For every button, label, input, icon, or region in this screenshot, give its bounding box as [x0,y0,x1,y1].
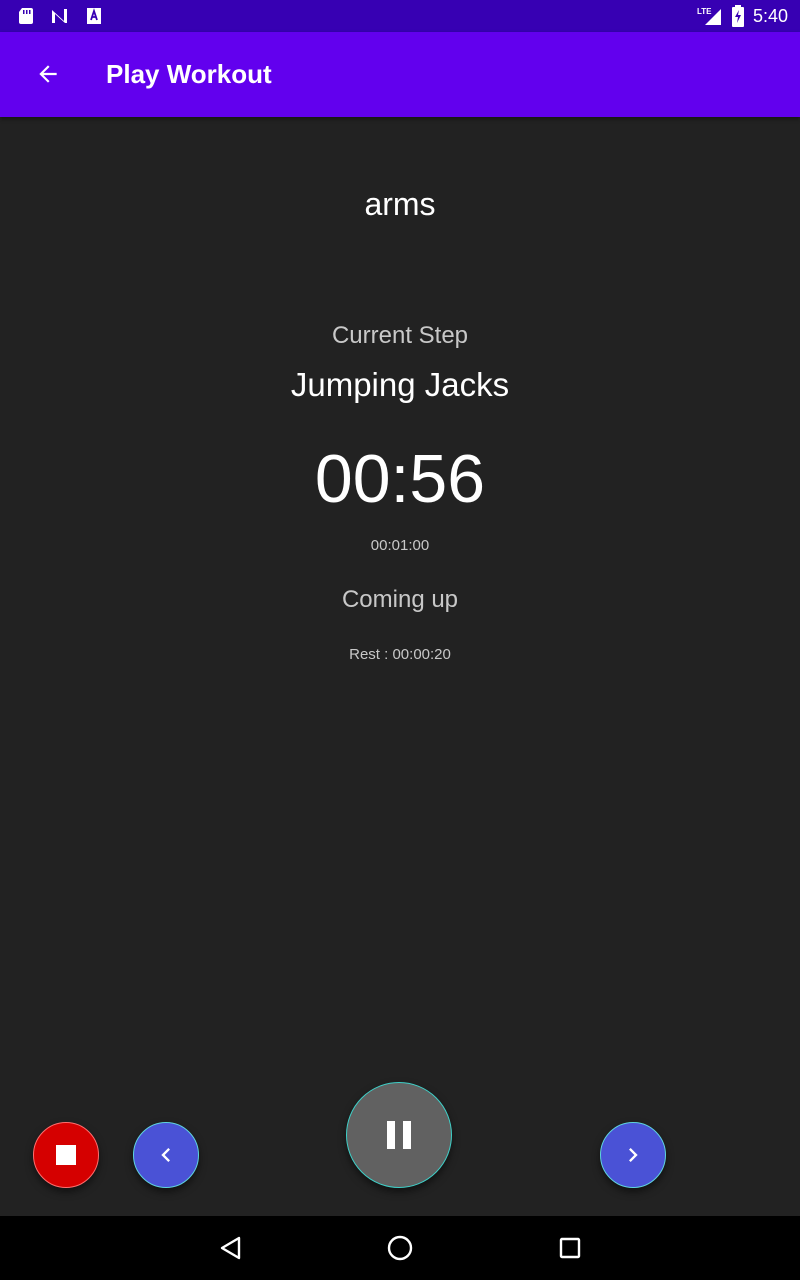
pause-button[interactable] [346,1082,452,1188]
screen: LTE 5:40 Play Workout arms Current Step … [0,0,800,1280]
status-bar: LTE 5:40 [0,0,800,32]
countdown-timer: 00:56 [314,441,486,517]
back-triangle-icon [220,1236,241,1260]
pause-icon [387,1121,411,1149]
step-duration: 00:01:00 [370,537,430,554]
recents-square-icon [559,1237,581,1259]
stop-button[interactable] [33,1122,99,1188]
previous-step-button[interactable] [133,1122,199,1188]
sd-card-icon [19,8,33,24]
arrow-back-icon [39,65,57,83]
app-bar: Play Workout [0,32,800,117]
next-step: Rest : 00:00:20 [349,646,451,663]
coming-up-label: Coming up [341,586,459,613]
status-notification-icons [16,6,104,26]
status-time: 5:40 [752,5,788,26]
battery-charging-icon [731,5,744,27]
n-logo-icon [52,9,67,23]
status-system-icons: LTE 5:40 [697,0,788,32]
stop-icon [56,1145,76,1165]
current-step-name: Jumping Jacks [290,366,510,403]
system-back-button[interactable] [211,1228,251,1268]
system-navigation-bar [0,1216,800,1280]
chevron-right-icon [629,1148,638,1162]
workout-name: arms [364,186,436,222]
system-recents-button[interactable] [550,1228,590,1268]
chevron-left-icon [161,1148,170,1162]
back-button[interactable] [22,48,74,100]
next-step-button[interactable] [600,1122,666,1188]
current-step-label: Current Step [331,322,469,349]
home-circle-icon [387,1235,413,1261]
system-home-button[interactable] [380,1228,420,1268]
font-a-icon [87,8,101,24]
page-title: Play Workout [106,59,272,89]
signal-icon: LTE [697,7,721,25]
network-label: LTE [697,7,712,16]
